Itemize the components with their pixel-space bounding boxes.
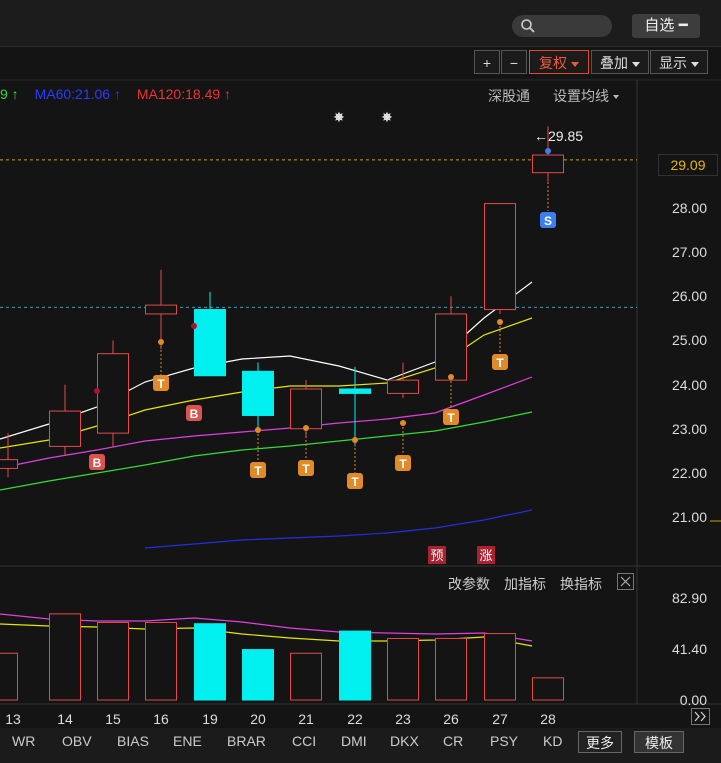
price-axis-label: 23.00 bbox=[671, 420, 707, 437]
switch-indicator-link[interactable]: 换指标 bbox=[560, 574, 602, 594]
candle-body bbox=[435, 313, 467, 381]
forecast-badge-text: 预 bbox=[430, 549, 443, 564]
candle-body bbox=[97, 353, 129, 434]
signal-dot bbox=[191, 323, 197, 329]
more-button[interactable]: 更多 bbox=[578, 731, 622, 753]
date-label: 13 bbox=[5, 711, 21, 727]
current-price-tag: 29.09 bbox=[658, 154, 718, 176]
volume-bar bbox=[484, 633, 516, 701]
indicator-tab[interactable]: DKX bbox=[390, 733, 419, 749]
indicator-tab[interactable]: CR bbox=[443, 733, 463, 749]
date-label: 20 bbox=[250, 711, 266, 727]
close-icon bbox=[620, 576, 631, 587]
volume-bar bbox=[290, 652, 322, 701]
indicator-tab[interactable]: KD bbox=[543, 733, 562, 749]
hold-marker-text: T bbox=[302, 462, 310, 476]
volume-axis-label: 0.00 bbox=[679, 692, 707, 708]
candle-body bbox=[484, 203, 516, 311]
volume-bar bbox=[97, 621, 129, 701]
volume-bar bbox=[387, 637, 419, 701]
date-label: 26 bbox=[443, 711, 459, 727]
volume-bar bbox=[194, 623, 226, 701]
volume-bar bbox=[339, 630, 371, 701]
price-axis-label: 26.00 bbox=[671, 288, 707, 305]
candle-body bbox=[290, 388, 322, 430]
candles bbox=[0, 126, 564, 478]
date-label: 23 bbox=[395, 711, 411, 727]
volume-bar bbox=[435, 637, 467, 701]
volume-bar bbox=[145, 621, 177, 701]
high-price-annotation: ←29.85 bbox=[534, 128, 584, 144]
indicator-tab[interactable]: OBV bbox=[62, 733, 92, 749]
double-chevron-right-icon bbox=[694, 711, 706, 722]
candle-body bbox=[339, 388, 371, 394]
candle-body bbox=[242, 370, 274, 416]
date-label: 28 bbox=[540, 711, 556, 727]
template-button[interactable]: 模板 bbox=[634, 731, 684, 753]
candle-body bbox=[49, 410, 81, 447]
candle-body bbox=[145, 304, 177, 315]
signal-dot bbox=[94, 388, 100, 394]
volume-axis-label: 82.90 bbox=[671, 590, 707, 606]
star-icon: ✸ bbox=[381, 109, 393, 125]
price-axis-label: 24.00 bbox=[671, 376, 707, 393]
scroll-right-button[interactable] bbox=[691, 708, 710, 725]
hold-marker-text: T bbox=[351, 475, 359, 489]
indicator-tab[interactable]: BIAS bbox=[117, 733, 149, 749]
price-axis-label: 22.00 bbox=[671, 464, 707, 481]
volume-bar bbox=[0, 652, 18, 701]
ma60-line bbox=[144, 509, 533, 549]
date-label: 19 bbox=[202, 711, 218, 727]
indicator-tab[interactable]: WR bbox=[12, 733, 35, 749]
date-label: 14 bbox=[57, 711, 73, 727]
volume-bar bbox=[49, 613, 81, 701]
date-label: 22 bbox=[347, 711, 363, 727]
hold-marker-text: T bbox=[399, 457, 407, 471]
buy-marker-text: B bbox=[190, 407, 199, 421]
date-label: 15 bbox=[105, 711, 121, 727]
signal-markers: B B T T T T T T T S ✸ ✸ 预 涨 bbox=[89, 109, 556, 564]
buy-marker-text: B bbox=[93, 456, 102, 470]
candle-body bbox=[387, 379, 419, 394]
hold-marker-text: T bbox=[157, 377, 165, 391]
price-axis-label: 21.00 bbox=[671, 509, 707, 525]
candle-body bbox=[194, 309, 226, 377]
candle-body bbox=[532, 154, 564, 174]
price-axis-label: 25.00 bbox=[671, 332, 707, 349]
price-axis-label: 28.00 bbox=[671, 200, 707, 216]
hold-marker-text: T bbox=[496, 356, 504, 370]
add-indicator-link[interactable]: 加指标 bbox=[504, 574, 546, 594]
date-label: 27 bbox=[492, 711, 508, 727]
kline-chart[interactable]: B B T T T T T T T S ✸ ✸ 预 涨 bbox=[0, 0, 721, 763]
indicator-tab[interactable]: PSY bbox=[490, 733, 518, 749]
indicator-tab[interactable]: ENE bbox=[173, 733, 202, 749]
candle-body bbox=[0, 459, 18, 469]
change-params-link[interactable]: 改参数 bbox=[448, 574, 490, 594]
indicator-tab[interactable]: BRAR bbox=[227, 733, 266, 749]
volume-bar bbox=[242, 649, 274, 701]
date-label: 21 bbox=[298, 711, 314, 727]
limit-up-badge-text: 涨 bbox=[479, 549, 492, 564]
volume-axis-label: 41.40 bbox=[671, 641, 707, 658]
star-icon: ✸ bbox=[333, 109, 345, 125]
signal-dot bbox=[545, 148, 551, 154]
indicator-tab[interactable]: DMI bbox=[341, 733, 367, 749]
indicator-tab[interactable]: CCI bbox=[292, 733, 316, 749]
hold-marker-text: T bbox=[254, 464, 262, 478]
price-axis-label: 27.00 bbox=[671, 244, 707, 261]
sell-marker-text: S bbox=[544, 214, 552, 228]
volume-bar bbox=[532, 677, 564, 701]
hold-marker-text: T bbox=[447, 411, 455, 425]
close-indicator-button[interactable] bbox=[617, 573, 634, 590]
date-label: 16 bbox=[153, 711, 169, 727]
